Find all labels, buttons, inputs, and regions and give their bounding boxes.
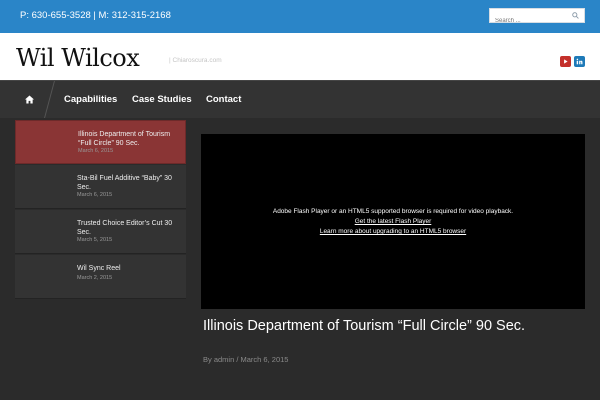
list-item[interactable]: Sta-Bil Fuel Additive “Baby” 30 Sec. Mar… <box>15 165 186 209</box>
video-thumbnail <box>21 261 71 293</box>
post-title: Illinois Department of Tourism “Full Cir… <box>203 318 526 334</box>
search-input[interactable] <box>490 14 568 28</box>
top-bar: P: 630-655-3528 | M: 312-315-2168 <box>0 0 600 33</box>
flash-player-link[interactable]: Get the latest Flash Player <box>201 217 585 227</box>
nav-contact[interactable]: Contact <box>206 94 241 105</box>
list-item[interactable]: Trusted Choice Editor’s Cut 30 Sec. Marc… <box>15 210 186 254</box>
search-icon[interactable] <box>572 12 579 19</box>
home-icon <box>25 95 34 104</box>
video-thumbnail <box>21 171 71 203</box>
video-thumbnail <box>21 216 71 248</box>
list-item[interactable]: Wil Sync Reel March 2, 2015 <box>15 255 186 299</box>
video-requirement-text: Adobe Flash Player or an HTML5 supported… <box>272 208 514 215</box>
site-logo[interactable]: Wil Wilcox <box>16 44 140 72</box>
list-item-title: Trusted Choice Editor’s Cut 30 Sec. <box>77 220 173 236</box>
post-meta: By admin / March 6, 2015 <box>203 355 289 364</box>
youtube-icon <box>564 59 568 64</box>
linkedin-button[interactable] <box>574 56 585 67</box>
list-item-date: March 6, 2015 <box>77 192 113 198</box>
html5-browser-link[interactable]: Learn more about upgrading to an HTML5 b… <box>201 227 585 237</box>
contact-phones: P: 630-655-3528 | M: 312-315-2168 <box>20 10 171 21</box>
nav-home[interactable] <box>0 81 50 118</box>
list-item-date: March 6, 2015 <box>78 148 114 154</box>
nav-capabilities[interactable]: Capabilities <box>64 94 117 105</box>
search-box[interactable] <box>489 8 585 28</box>
video-player[interactable]: Adobe Flash Player or an HTML5 supported… <box>201 134 585 309</box>
list-item-date: March 5, 2015 <box>77 237 113 243</box>
youtube-button[interactable] <box>560 56 571 67</box>
list-item-title: Wil Sync Reel <box>77 265 121 272</box>
list-item-date: March 2, 2015 <box>77 275 113 281</box>
linkedin-icon <box>576 58 583 65</box>
site-tagline: | Chiaroscura.com <box>169 57 222 64</box>
video-unsupported-message: Adobe Flash Player or an HTML5 supported… <box>201 207 585 237</box>
main-nav: Capabilities Case Studies Contact <box>0 80 600 118</box>
nav-case-studies[interactable]: Case Studies <box>132 94 192 105</box>
list-item-title: Illinois Department of Tourism “Full Cir… <box>78 131 171 147</box>
list-item-title: Sta-Bil Fuel Additive “Baby” 30 Sec. <box>77 175 172 191</box>
video-thumbnail <box>22 127 72 159</box>
site-header: Wil Wilcox | Chiaroscura.com <box>0 33 600 80</box>
list-item[interactable]: Illinois Department of Tourism “Full Cir… <box>15 120 186 164</box>
